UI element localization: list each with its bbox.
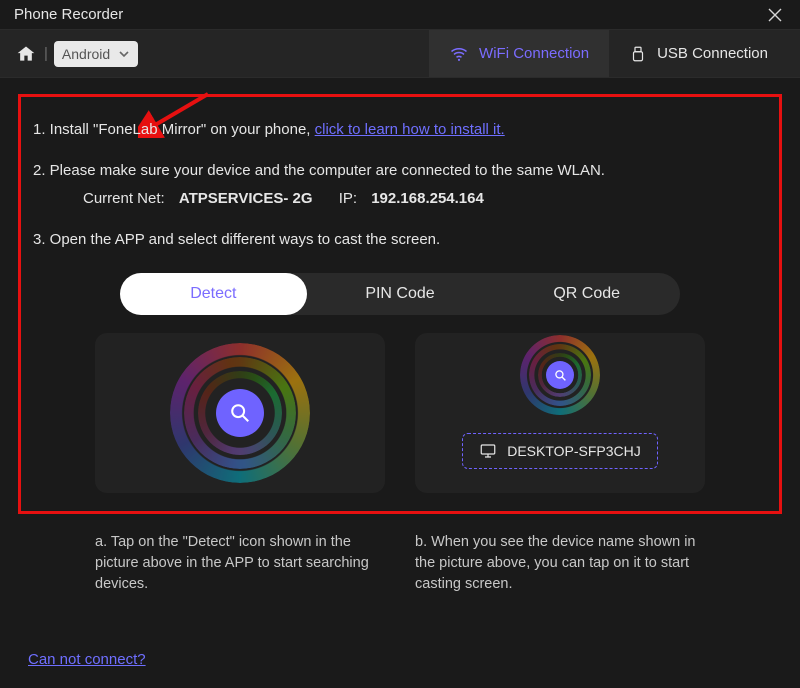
caption-a: a. Tap on the "Detect" icon shown in the…	[95, 532, 385, 595]
tab-pin-code[interactable]: PIN Code	[307, 273, 494, 315]
panel-device-illustration: DESKTOP-SFP3CHJ	[415, 333, 705, 493]
tab-usb-label: USB Connection	[657, 45, 768, 62]
device-radar-graphic	[520, 335, 600, 415]
main-content: 1. Install "FoneLab Mirror" on your phon…	[0, 78, 800, 595]
current-net-value: ATPSERVICES- 2G	[179, 188, 313, 211]
tab-wifi-label: WiFi Connection	[479, 45, 589, 62]
tab-detect-label: Detect	[190, 285, 236, 303]
panel-detect-illustration	[95, 333, 385, 493]
step-2-text: 2. Please make sure your device and the …	[33, 162, 605, 179]
platform-select[interactable]: Android	[54, 41, 138, 67]
step-1-text: 1. Install "FoneLab Mirror" on your phon…	[33, 121, 315, 138]
detect-radar-graphic	[170, 343, 310, 483]
cast-method-tabs: Detect PIN Code QR Code	[120, 273, 680, 315]
current-net-label: Current Net:	[83, 188, 165, 211]
tab-pin-label: PIN Code	[365, 285, 434, 303]
connection-tabs: WiFi Connection USB Connection	[429, 30, 788, 77]
wifi-icon	[449, 44, 469, 64]
device-name: DESKTOP-SFP3CHJ	[507, 443, 641, 459]
ip-label: IP:	[339, 188, 357, 211]
instructions-box: 1. Install "FoneLab Mirror" on your phon…	[18, 94, 782, 514]
step-2: 2. Please make sure your device and the …	[33, 160, 769, 211]
home-button[interactable]	[12, 40, 40, 68]
close-icon	[768, 8, 782, 22]
tab-qr-label: QR Code	[553, 285, 620, 303]
window-title: Phone Recorder	[14, 6, 760, 23]
search-icon	[546, 361, 574, 389]
device-chip[interactable]: DESKTOP-SFP3CHJ	[462, 433, 658, 469]
separator: |	[44, 45, 48, 62]
titlebar: Phone Recorder	[0, 0, 800, 30]
illustration-panels: DESKTOP-SFP3CHJ	[31, 333, 769, 493]
tab-detect[interactable]: Detect	[120, 273, 307, 315]
search-icon	[216, 389, 264, 437]
chevron-down-icon	[118, 48, 130, 60]
usb-icon	[629, 45, 647, 63]
monitor-icon	[479, 442, 497, 460]
step-3-text: 3. Open the APP and select different way…	[33, 231, 440, 248]
close-button[interactable]	[760, 0, 790, 30]
step-1: 1. Install "FoneLab Mirror" on your phon…	[33, 119, 769, 142]
platform-label: Android	[62, 46, 110, 62]
tab-usb-connection[interactable]: USB Connection	[609, 30, 788, 77]
home-icon	[16, 44, 36, 64]
tab-qr-code[interactable]: QR Code	[493, 273, 680, 315]
captions: a. Tap on the "Detect" icon shown in the…	[18, 532, 782, 595]
tab-wifi-connection[interactable]: WiFi Connection	[429, 30, 609, 77]
cannot-connect-link[interactable]: Can not connect?	[28, 651, 146, 668]
toolbar: | Android WiFi Connection USB Connection	[0, 30, 800, 78]
network-info: Current Net: ATPSERVICES- 2G IP: 192.168…	[83, 188, 769, 211]
step-3: 3. Open the APP and select different way…	[33, 229, 769, 252]
install-help-link[interactable]: click to learn how to install it.	[315, 121, 505, 138]
ip-value: 192.168.254.164	[371, 188, 484, 211]
caption-b: b. When you see the device name shown in…	[415, 532, 705, 595]
